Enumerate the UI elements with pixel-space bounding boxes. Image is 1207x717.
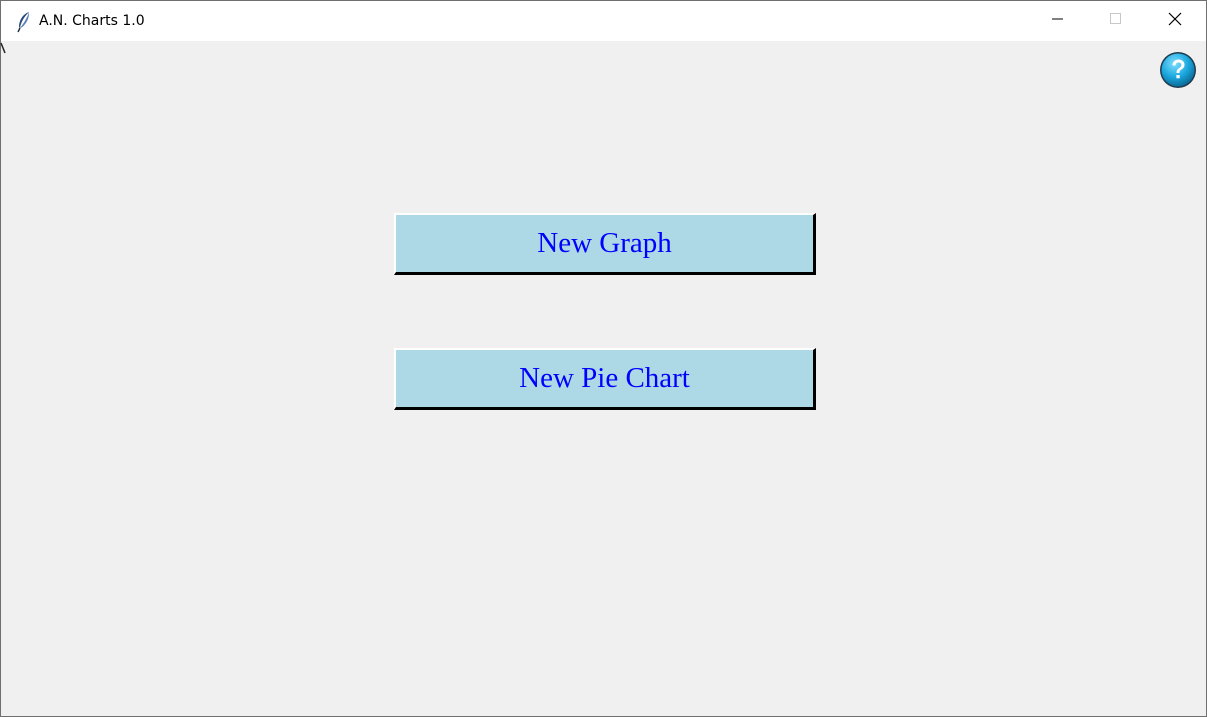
help-icon — [1158, 52, 1200, 95]
close-icon — [1168, 12, 1182, 31]
maximize-icon — [1110, 12, 1122, 30]
minimize-icon — [1052, 12, 1064, 30]
close-button[interactable] — [1146, 1, 1204, 41]
feather-icon — [15, 11, 33, 33]
main-area: New Graph New Pie Chart — [0, 41, 1206, 716]
title-bar[interactable]: A.N. Charts 1.0 — [1, 1, 1206, 41]
window-title: A.N. Charts 1.0 — [39, 13, 145, 29]
corner-artifact — [0, 41, 8, 55]
new-graph-button[interactable]: New Graph — [394, 213, 816, 275]
app-window: A.N. Charts 1.0 New Graph New Pie Chart — [0, 0, 1207, 717]
new-pie-chart-button[interactable]: New Pie Chart — [394, 348, 816, 410]
maximize-button[interactable] — [1087, 1, 1145, 41]
minimize-button[interactable] — [1029, 1, 1087, 41]
help-button[interactable] — [1158, 49, 1200, 91]
